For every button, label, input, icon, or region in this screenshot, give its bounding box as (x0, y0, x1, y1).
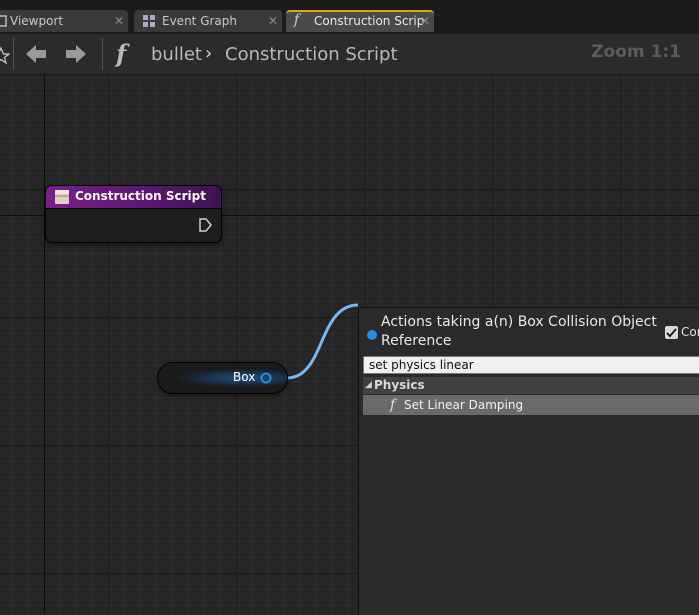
close-icon[interactable]: ✕ (268, 10, 278, 32)
graph-toolbar: f bullet › Construction Script Zoom 1:1 (0, 34, 699, 75)
close-icon[interactable]: ✕ (114, 10, 124, 32)
toolbar-divider (102, 38, 103, 70)
tab-construction-script[interactable]: f Construction Scrip ✕ (286, 10, 434, 32)
function-icon: f (116, 39, 127, 68)
tab-label: Construction Scrip (314, 14, 425, 28)
action-context-menu: Actions taking a(n) Box Collision Object… (358, 307, 699, 615)
box-variable-node[interactable]: Box (158, 363, 287, 393)
function-icon: f (294, 12, 300, 28)
close-icon[interactable]: ✕ (420, 12, 430, 31)
breadcrumb-separator-icon: › (205, 43, 213, 64)
tab-event-graph[interactable]: Event Graph ✕ (134, 10, 282, 32)
graph-origin-line-vertical (44, 75, 45, 614)
toolbar-divider (13, 38, 14, 70)
breadcrumb-current: Construction Script (225, 44, 398, 65)
expand-arrow-icon[interactable]: ◢ (365, 377, 372, 394)
object-output-pin-icon[interactable] (260, 372, 272, 384)
action-item-label: Set Linear Damping (404, 398, 524, 412)
tab-label: Event Graph (162, 14, 237, 28)
star-icon[interactable] (0, 40, 10, 68)
node-title: Construction Script (75, 189, 206, 203)
tab-bar: Viewport ✕ Event Graph ✕ f Construction … (0, 0, 699, 34)
exec-output-pin-icon[interactable] (198, 218, 212, 232)
category-label: Physics (374, 378, 425, 392)
event-graph-icon (143, 15, 155, 27)
back-arrow-icon[interactable] (22, 40, 50, 68)
action-search-input[interactable] (363, 356, 699, 374)
action-menu-title: Actions taking a(n) Box Collision Object… (381, 314, 657, 349)
context-sensitive-checkbox[interactable] (665, 326, 678, 339)
object-pin-type-icon (367, 330, 377, 340)
construction-script-node[interactable]: Construction Script (46, 186, 221, 242)
tab-viewport[interactable]: Viewport ✕ (0, 10, 128, 32)
variable-label: Box (233, 370, 256, 384)
node-header: Construction Script (46, 186, 221, 209)
context-sensitive-label: Con (681, 325, 699, 339)
forward-arrow-icon[interactable] (62, 40, 90, 68)
construction-script-icon (55, 190, 69, 204)
viewport-icon (0, 15, 7, 27)
action-item-set-linear-damping[interactable]: f Set Linear Damping (363, 395, 699, 415)
category-physics[interactable]: ◢ Physics (363, 377, 699, 394)
function-icon: f (390, 397, 396, 413)
breadcrumb-blueprint[interactable]: bullet (151, 44, 202, 65)
tab-label: Viewport (10, 14, 64, 28)
zoom-level: Zoom 1:1 (591, 42, 681, 62)
